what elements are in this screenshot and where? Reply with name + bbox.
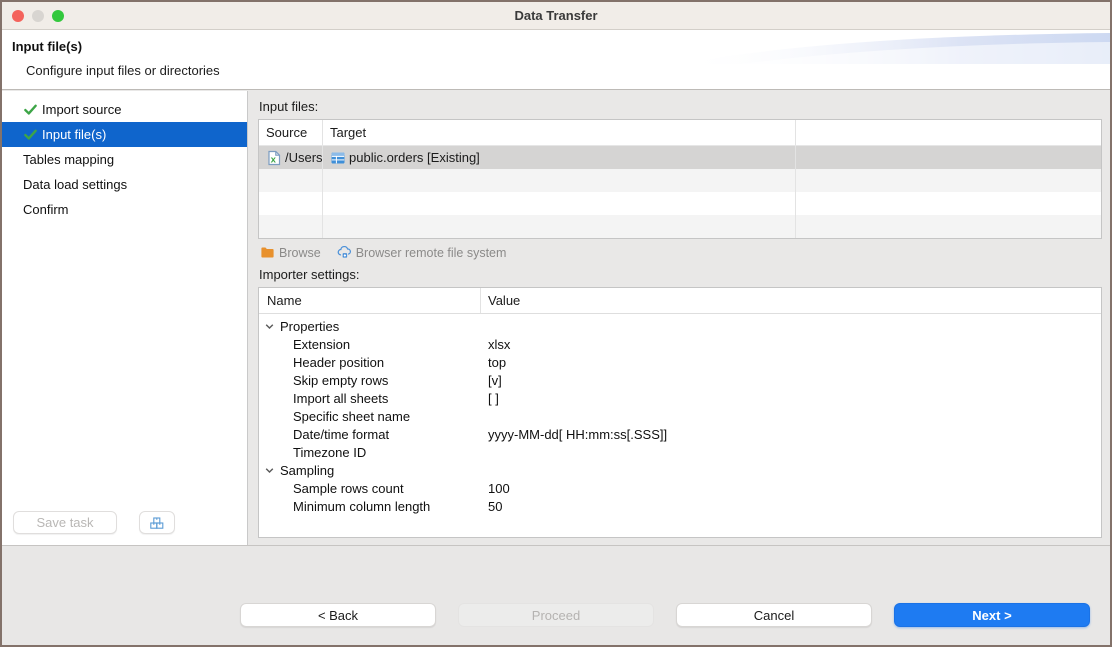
settings-row[interactable]: Skip empty rows [v] xyxy=(259,371,1101,389)
proceed-button[interactable]: Proceed xyxy=(458,603,654,627)
settings-tree: Properties Extension xlsx Header positio… xyxy=(259,314,1101,515)
settings-name: Sample rows count xyxy=(259,481,481,496)
settings-row[interactable]: Timezone ID xyxy=(259,443,1101,461)
sidebar-item-import-source[interactable]: Import source xyxy=(2,97,247,122)
target-table-name: public.orders [Existing] xyxy=(349,150,480,165)
settings-value[interactable]: 50 xyxy=(481,499,1101,514)
browse-label: Browse xyxy=(279,246,321,260)
settings-name: Timezone ID xyxy=(259,445,481,460)
title-bar: Data Transfer xyxy=(2,2,1110,30)
sidebar-item-confirm[interactable]: Confirm xyxy=(2,197,247,222)
settings-name: Extension xyxy=(259,337,481,352)
settings-row[interactable]: Specific sheet name xyxy=(259,407,1101,425)
settings-value[interactable]: 100 xyxy=(481,481,1101,496)
settings-table-header: Name Value xyxy=(259,288,1101,314)
settings-name: Specific sheet name xyxy=(259,409,481,424)
browse-remote-button[interactable]: Browser remote file system xyxy=(337,245,507,260)
sidebar-item-data-load-settings[interactable]: Data load settings xyxy=(2,172,247,197)
banner-gradient xyxy=(680,30,1110,68)
column-header-source[interactable]: Source xyxy=(259,120,323,145)
column-header-empty xyxy=(796,120,1101,145)
settings-row[interactable]: Date/time format yyyy-MM-dd[ HH:mm:ss[.S… xyxy=(259,425,1101,443)
wizard-steps-sidebar: Import source Input file(s) Tables mappi… xyxy=(2,91,248,545)
dialog-footer: < Back Proceed Cancel Next > xyxy=(2,545,1110,645)
next-button[interactable]: Next > xyxy=(894,603,1090,627)
column-header-name[interactable]: Name xyxy=(259,288,481,313)
settings-row[interactable]: Import all sheets [ ] xyxy=(259,389,1101,407)
settings-row[interactable]: Header position top xyxy=(259,353,1101,371)
database-table-icon xyxy=(330,150,346,166)
settings-name: Minimum column length xyxy=(259,499,481,514)
input-files-table: Source Target x /Users/ xyxy=(258,119,1102,239)
svg-text:x: x xyxy=(271,154,277,165)
settings-group-row[interactable]: Properties xyxy=(259,317,1101,335)
xlsx-file-icon: x xyxy=(266,150,282,166)
browse-button[interactable]: Browse xyxy=(260,245,321,260)
cancel-button[interactable]: Cancel xyxy=(676,603,872,627)
save-task-button[interactable]: Save task xyxy=(13,511,117,534)
sidebar-item-tables-mapping[interactable]: Tables mapping xyxy=(2,147,247,172)
table-row-empty xyxy=(259,215,1101,238)
settings-group-label: Properties xyxy=(280,319,339,334)
source-file-path: /Users/ xyxy=(285,150,323,165)
checkmark-icon xyxy=(23,102,38,117)
task-settings-button[interactable] xyxy=(139,511,175,534)
settings-group-label: Sampling xyxy=(280,463,334,478)
sidebar-item-label: Tables mapping xyxy=(23,152,114,167)
importer-settings-label: Importer settings: xyxy=(258,264,1102,287)
page-title: Input file(s) xyxy=(12,39,82,54)
sidebar-item-label: Import source xyxy=(42,102,121,117)
settings-value[interactable]: top xyxy=(481,355,1101,370)
column-header-target[interactable]: Target xyxy=(323,120,796,145)
window-title: Data Transfer xyxy=(2,2,1110,30)
task-boxes-icon xyxy=(149,515,165,531)
settings-value[interactable]: xlsx xyxy=(481,337,1101,352)
table-row-empty xyxy=(259,169,1101,192)
input-files-table-header: Source Target xyxy=(259,120,1101,146)
page-subtitle: Configure input files or directories xyxy=(26,63,220,78)
table-row-empty xyxy=(259,192,1101,215)
settings-group-row[interactable]: Sampling xyxy=(259,461,1101,479)
settings-value[interactable]: [ ] xyxy=(481,391,1101,406)
chevron-down-icon[interactable] xyxy=(264,321,275,332)
checkmark-icon xyxy=(23,127,38,142)
settings-name: Import all sheets xyxy=(259,391,481,406)
input-files-panel: Input files: Source Target x /Users/ xyxy=(249,91,1110,545)
settings-value[interactable]: [v] xyxy=(481,373,1101,388)
importer-settings-table: Name Value Properties Extension xlsx xyxy=(258,287,1102,538)
files-toolbar: Browse Browser remote file system xyxy=(258,239,1102,264)
settings-row[interactable]: Extension xlsx xyxy=(259,335,1101,353)
data-transfer-dialog: Data Transfer Input file(s) Configure in… xyxy=(0,0,1112,647)
settings-name: Header position xyxy=(259,355,481,370)
wizard-banner: Input file(s) Configure input files or d… xyxy=(2,30,1110,90)
folder-icon xyxy=(260,245,275,260)
sidebar-item-label: Data load settings xyxy=(23,177,127,192)
table-row[interactable]: x /Users/ publi xyxy=(259,146,1101,169)
sidebar-item-label: Confirm xyxy=(23,202,69,217)
browse-remote-label: Browser remote file system xyxy=(356,246,507,260)
sidebar-item-input-files[interactable]: Input file(s) xyxy=(2,122,247,147)
column-header-value[interactable]: Value xyxy=(481,288,1101,313)
input-files-label: Input files: xyxy=(258,96,1102,119)
settings-value[interactable]: yyyy-MM-dd[ HH:mm:ss[.SSS]] xyxy=(481,427,1101,442)
settings-name: Date/time format xyxy=(259,427,481,442)
settings-row[interactable]: Sample rows count 100 xyxy=(259,479,1101,497)
settings-row[interactable]: Minimum column length 50 xyxy=(259,497,1101,515)
settings-name: Skip empty rows xyxy=(259,373,481,388)
sidebar-item-label: Input file(s) xyxy=(42,127,106,142)
chevron-down-icon[interactable] xyxy=(264,465,275,476)
back-button[interactable]: < Back xyxy=(240,603,436,627)
cloud-download-icon xyxy=(337,245,352,260)
